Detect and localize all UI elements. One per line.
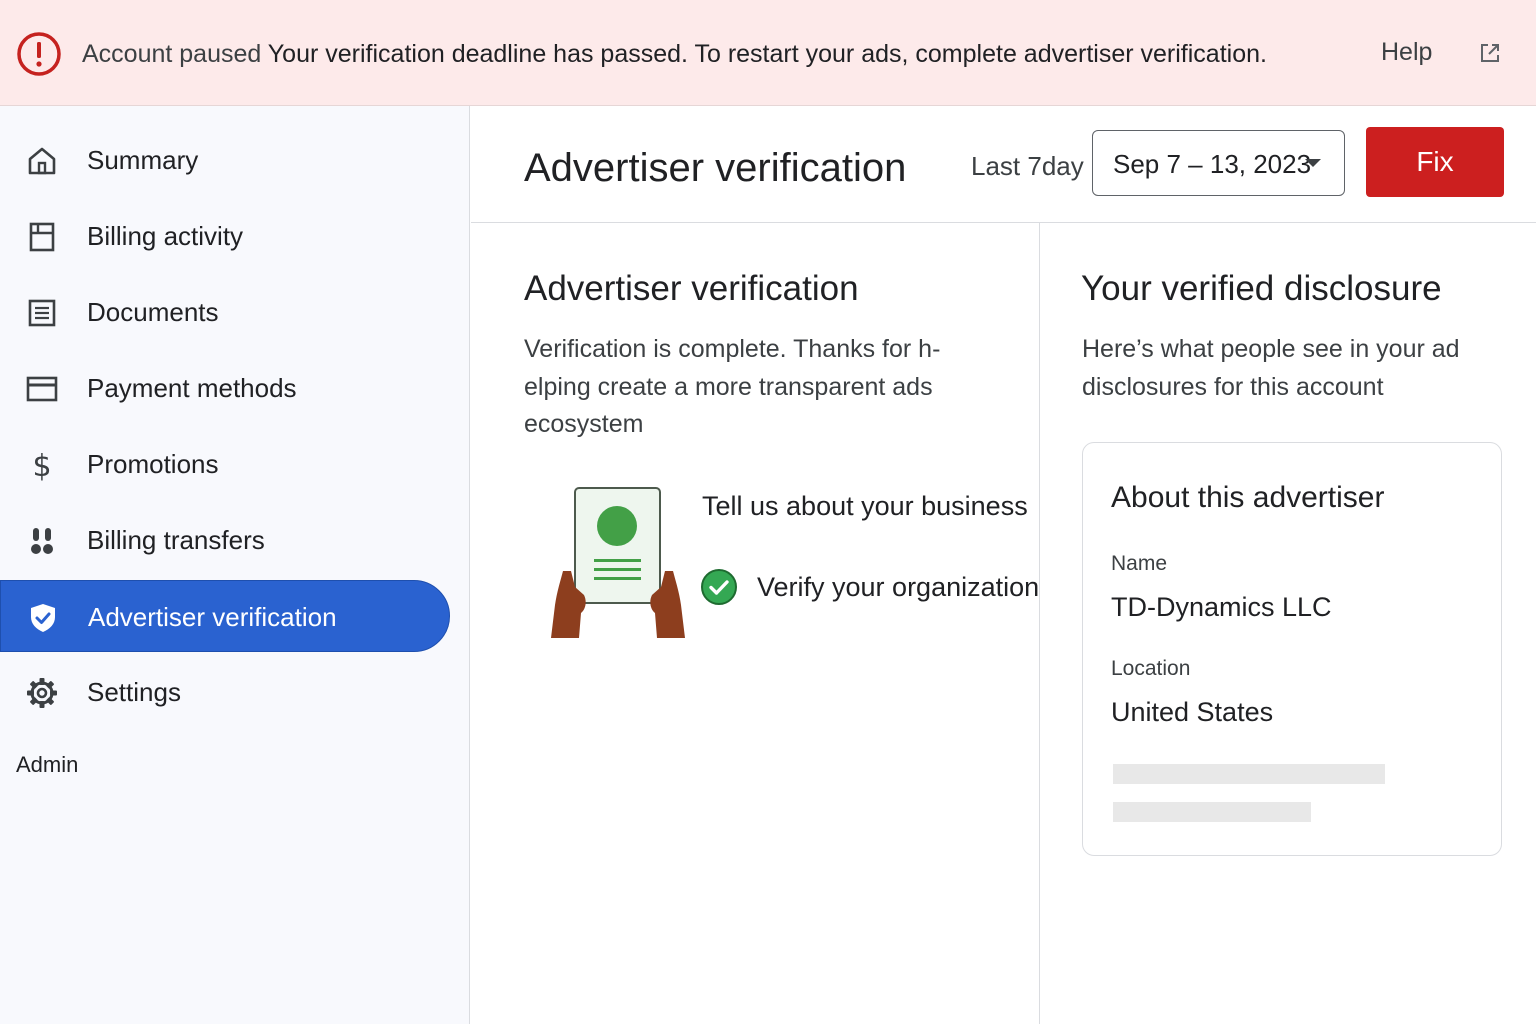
step-verify-organization: Verify your organization xyxy=(757,572,1039,602)
gear-icon xyxy=(27,678,57,708)
sidebar-item-billing-transfers[interactable]: Billing transfers xyxy=(0,504,450,576)
card-title: About this advertiser xyxy=(1111,481,1385,514)
sidebar-item-promotions[interactable]: $ Promotions xyxy=(0,428,450,500)
sidebar-item-label: Advertiser verification xyxy=(88,602,337,632)
sidebar-item-label: Settings xyxy=(87,677,181,707)
svg-text:$: $ xyxy=(32,449,51,481)
sidebar-item-advertiser-verification[interactable]: Advertiser verification xyxy=(0,580,450,652)
account-paused-banner: Account paused Your verification deadlin… xyxy=(0,0,1536,106)
sidebar-item-label: Billing transfers xyxy=(87,525,265,555)
page-header: Advertiser verification Last 7day Sep 7 … xyxy=(471,106,1536,223)
disclosure-title: Your verified disclosure xyxy=(1081,269,1442,308)
page-title: Advertiser verification xyxy=(524,146,907,190)
help-link[interactable]: Help xyxy=(1381,36,1432,68)
sidebar-item-label: Billing activity xyxy=(87,221,244,251)
sidebar-section-admin[interactable]: Admin xyxy=(16,751,78,779)
advertiser-info-card: About this advertiser Name TD-Dynamics L… xyxy=(1082,442,1502,856)
fix-button[interactable]: Fix xyxy=(1366,127,1504,197)
error-icon xyxy=(17,32,61,76)
home-icon xyxy=(28,147,56,175)
sidebar-item-summary[interactable]: Summary xyxy=(0,124,450,196)
loading-placeholder-line xyxy=(1113,764,1385,784)
banner-detail: Your verification deadline has passed. T… xyxy=(267,40,1267,68)
disclosure-panel: Your verified disclosure Here’s what peo… xyxy=(1040,223,1536,1024)
sidebar-item-label: Promotions xyxy=(87,449,219,479)
verification-document-illustration xyxy=(551,487,685,638)
sidebar-item-settings[interactable]: Settings xyxy=(0,656,450,728)
step-business-info: Tell us about your business xyxy=(702,491,1028,521)
sidebar: Summary Billing activity Documents Payme… xyxy=(0,106,470,1024)
banner-status: Account paused xyxy=(82,40,262,68)
date-range-value: Sep 7 – 13, 2023 xyxy=(1113,149,1312,179)
caret-down-icon xyxy=(1305,159,1321,167)
sidebar-item-payment-methods[interactable]: Payment methods xyxy=(0,352,450,424)
name-label: Name xyxy=(1111,552,1168,575)
verified-shield-icon xyxy=(31,604,55,632)
transfer-icon xyxy=(31,528,53,554)
verification-title: Advertiser verification xyxy=(524,269,859,308)
disclosure-description: Here’s what people see in your ad disclo… xyxy=(1082,335,1460,401)
sidebar-item-billing-activity[interactable]: Billing activity xyxy=(0,200,450,272)
sidebar-item-label: Documents xyxy=(87,297,219,327)
date-range-select[interactable]: Sep 7 – 13, 2023 xyxy=(1092,130,1345,196)
open-in-new-icon[interactable] xyxy=(1478,41,1502,65)
date-range-label: Last 7day xyxy=(971,151,1084,181)
banner-message: Account paused Your verification deadlin… xyxy=(82,38,1267,70)
sidebar-item-documents[interactable]: Documents xyxy=(0,276,450,348)
document-icon xyxy=(28,299,56,327)
receipt-icon xyxy=(29,222,55,252)
verification-description: Verification is complete. Thanks for h-e… xyxy=(524,335,941,438)
advertiser-name: TD-Dynamics LLC xyxy=(1111,592,1332,622)
location-label: Location xyxy=(1111,657,1191,680)
credit-card-icon xyxy=(26,376,58,402)
sidebar-item-label: Payment methods xyxy=(87,373,297,403)
advertiser-location: United States xyxy=(1111,697,1274,727)
check-circle-icon xyxy=(701,569,737,605)
dollar-icon: $ xyxy=(32,449,51,481)
verification-panel: Advertiser verification Verification is … xyxy=(471,223,1039,1024)
loading-placeholder-line xyxy=(1113,802,1311,822)
sidebar-item-label: Summary xyxy=(87,145,199,175)
